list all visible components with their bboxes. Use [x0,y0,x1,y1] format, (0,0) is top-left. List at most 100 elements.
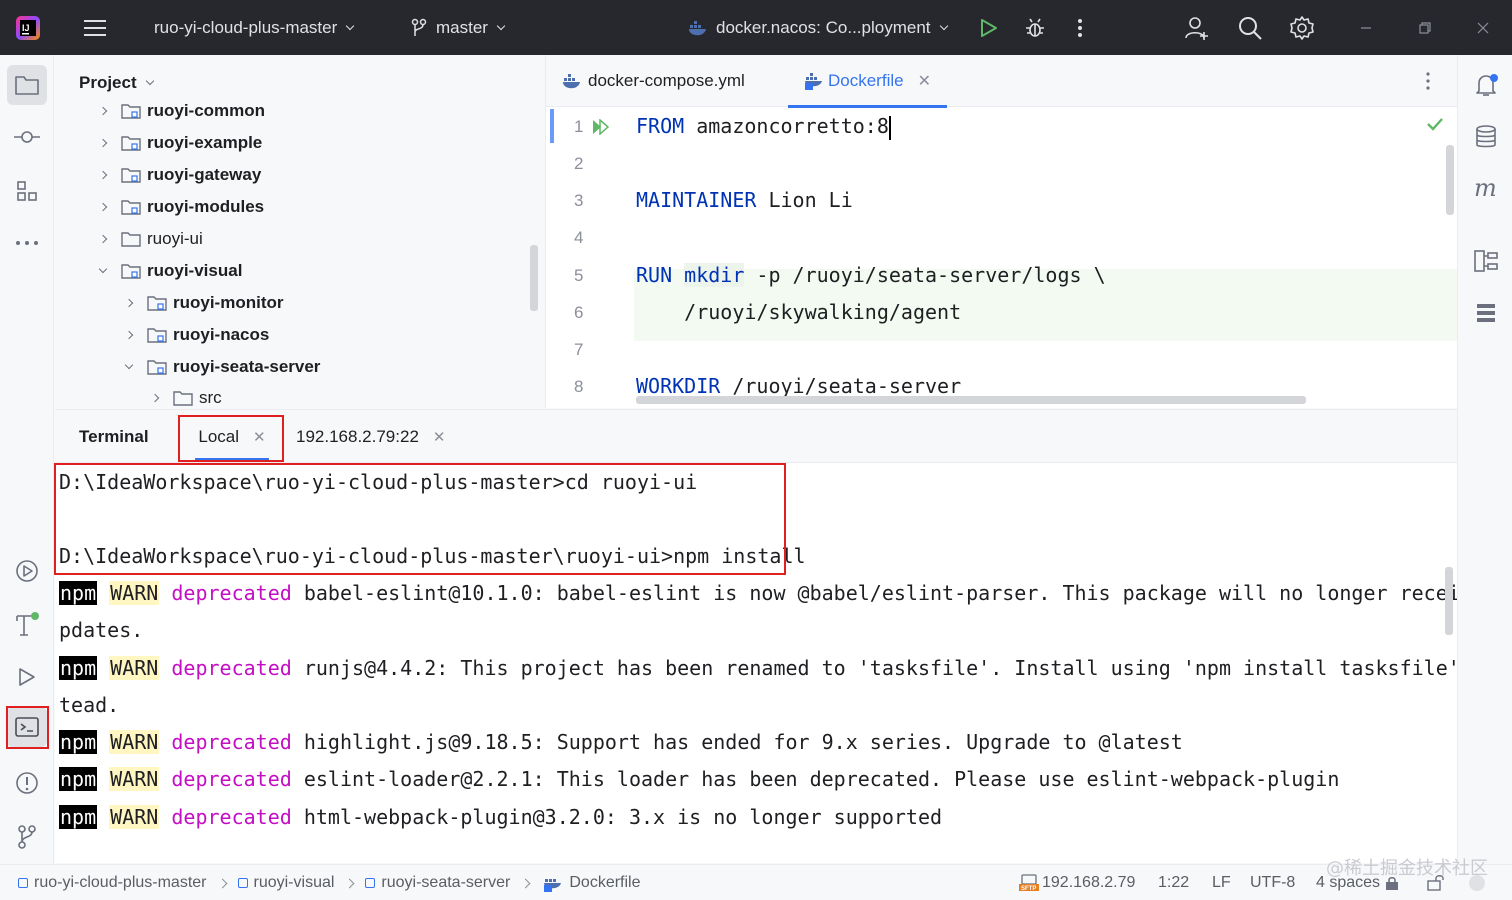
run-button[interactable] [978,0,1000,55]
add-user-icon[interactable] [1184,0,1210,55]
line-separator[interactable]: LF [1212,865,1231,900]
terminal-line: D:\IdeaWorkspace\ruo-yi-cloud-plus-maste… [59,544,806,568]
caret-position[interactable]: 1:22 [1158,865,1189,900]
editor-vertical-scrollbar[interactable] [1446,145,1454,215]
breadcrumb-item[interactable]: ruoyi-seata-server [381,874,510,892]
tree-item-ruoyi-modules[interactable]: ruoyi-modules [97,191,264,223]
title-bar: IJ ruo-yi-cloud-plus-master master docke… [0,0,1512,55]
run-tool-icon[interactable] [7,657,47,697]
search-icon[interactable] [1237,0,1263,55]
module-folder-icon [121,200,141,215]
module-folder-icon [147,296,167,311]
structure-icon[interactable] [7,171,47,211]
deprecated-tag: deprecated [171,656,292,680]
code-line-6[interactable]: /ruoyi/skywalking/agent [636,300,961,324]
editor-horizontal-scrollbar[interactable] [636,396,1306,404]
close-tab-icon[interactable]: ✕ [253,428,266,446]
chevron-down-icon [496,21,506,30]
tree-item-ruoyi-visual[interactable]: ruoyi-visual [97,255,242,287]
line-number: 3 [574,191,584,210]
run-gutter-icon[interactable] [592,118,612,140]
close-tab-icon[interactable]: ✕ [918,71,931,91]
project-scrollbar[interactable] [530,245,538,311]
services-icon[interactable] [7,551,47,591]
database-icon[interactable] [1466,117,1506,157]
list-view-icon[interactable] [1466,293,1506,333]
warn-message: runjs@4.4.2: This project has been renam… [291,656,1457,680]
chevron-down-icon [145,76,154,86]
tab-docker-compose[interactable]: docker-compose.yml [562,55,745,107]
tree-item-ruoyi-common[interactable]: ruoyi-common [97,95,265,127]
notifications-icon[interactable] [1466,65,1506,105]
terminal-tool-icon[interactable] [7,707,47,747]
module-icon [365,878,376,888]
run-config-selector[interactable]: docker.nacos: Co...ployment [688,0,948,55]
breadcrumb: ruo-yi-cloud-plus-master ruoyi-visual ru… [18,865,641,900]
gear-icon[interactable] [1289,0,1315,55]
tab-label: Dockerfile [828,71,904,90]
problems-icon[interactable] [7,763,47,803]
project-name: ruo-yi-cloud-plus-master [154,17,338,37]
chevron-right-icon [97,169,109,181]
structure-diagram-icon[interactable] [1466,241,1506,281]
build-icon[interactable] [7,605,47,645]
project-selector[interactable]: ruo-yi-cloud-plus-master [154,0,355,55]
code-line-8[interactable]: WORKDIR /ruoyi/seata-server [636,374,961,398]
app-logo-icon[interactable]: IJ [14,0,42,55]
tab-local[interactable]: Local ✕ [181,410,283,464]
terminal-scrollbar[interactable] [1445,567,1453,635]
minimize-icon[interactable] [1360,0,1372,55]
tab-ssh-remote[interactable]: 192.168.2.79:22 ✕ [296,410,445,464]
restore-icon[interactable] [1419,0,1431,55]
editor-panel: docker-compose.yml Dockerfile ✕ 1 2 3 4 … [545,55,1457,408]
more-tools-icon[interactable] [7,223,47,263]
terminal-line: npm WARN deprecated html-webpack-plugin@… [59,802,942,832]
branch-selector[interactable]: master [410,0,506,55]
tree-item-ruoyi-gateway[interactable]: ruoyi-gateway [97,159,261,191]
terminal-line: npm WARN deprecated babel-eslint@10.1.0:… [59,578,1457,608]
more-actions-icon[interactable] [1074,0,1086,55]
close-tab-icon[interactable]: ✕ [433,428,446,446]
tree-item-label: ruoyi-modules [147,197,265,216]
warn-message: highlight.js@9.18.5: Support has ended f… [291,730,1183,754]
code-line-5[interactable]: RUN mkdir -p /ruoyi/seata-server/logs \ [636,263,1106,287]
project-tool-folder-icon[interactable] [7,65,47,105]
maven-icon[interactable]: m [1466,169,1506,209]
debug-button[interactable] [1023,0,1047,55]
code-line-1[interactable]: FROM amazoncorretto:8 [636,114,891,140]
sftp-host-widget[interactable]: SFTP 192.168.2.79 [1018,865,1135,900]
warn-tag: WARN [109,656,160,680]
folder-icon [173,391,193,406]
tab-dockerfile[interactable]: Dockerfile ✕ [788,55,947,108]
breadcrumb-item[interactable]: Dockerfile [569,874,640,892]
chevron-right-icon [217,878,227,888]
close-icon[interactable] [1477,0,1489,55]
svg-text:m: m [1474,177,1497,201]
terminal-output[interactable]: D:\IdeaWorkspace\ruo-yi-cloud-plus-maste… [55,463,1457,863]
tree-item-ruoyi-example[interactable]: ruoyi-example [97,127,262,159]
commit-icon[interactable] [7,117,47,157]
main-menu-icon[interactable] [84,0,108,55]
project-panel-header[interactable]: Project [79,73,154,93]
code-line-3[interactable]: MAINTAINER Lion Li [636,188,853,212]
run-config-name: docker.nacos: Co...ployment [716,17,931,37]
check-icon[interactable] [1426,117,1444,136]
chevron-down-icon [123,360,135,373]
breadcrumb-item[interactable]: ruoyi-visual [254,874,335,892]
editor-more-icon[interactable] [1424,55,1432,107]
tree-item-src[interactable]: src [149,382,222,408]
tree-item-ruoyi-nacos[interactable]: ruoyi-nacos [123,319,269,351]
tree-item-ruoyi-seata-server[interactable]: ruoyi-seata-server [123,351,320,383]
git-icon[interactable] [7,817,47,857]
tree-item-label: ruoyi-example [147,133,263,152]
chevron-down-icon [346,21,355,30]
file-encoding[interactable]: UTF-8 [1250,865,1295,900]
breadcrumb-item[interactable]: ruo-yi-cloud-plus-master [34,874,207,892]
tree-item-ruoyi-ui[interactable]: ruoyi-ui [97,223,203,255]
project-panel-title: Project [79,73,137,92]
tree-item-label: src [199,388,222,407]
docker-icon [563,74,580,89]
code-text: -p /ruoyi/seata-server/logs \ [744,263,1106,287]
warn-tag: WARN [109,730,160,754]
tree-item-ruoyi-monitor[interactable]: ruoyi-monitor [123,287,284,319]
